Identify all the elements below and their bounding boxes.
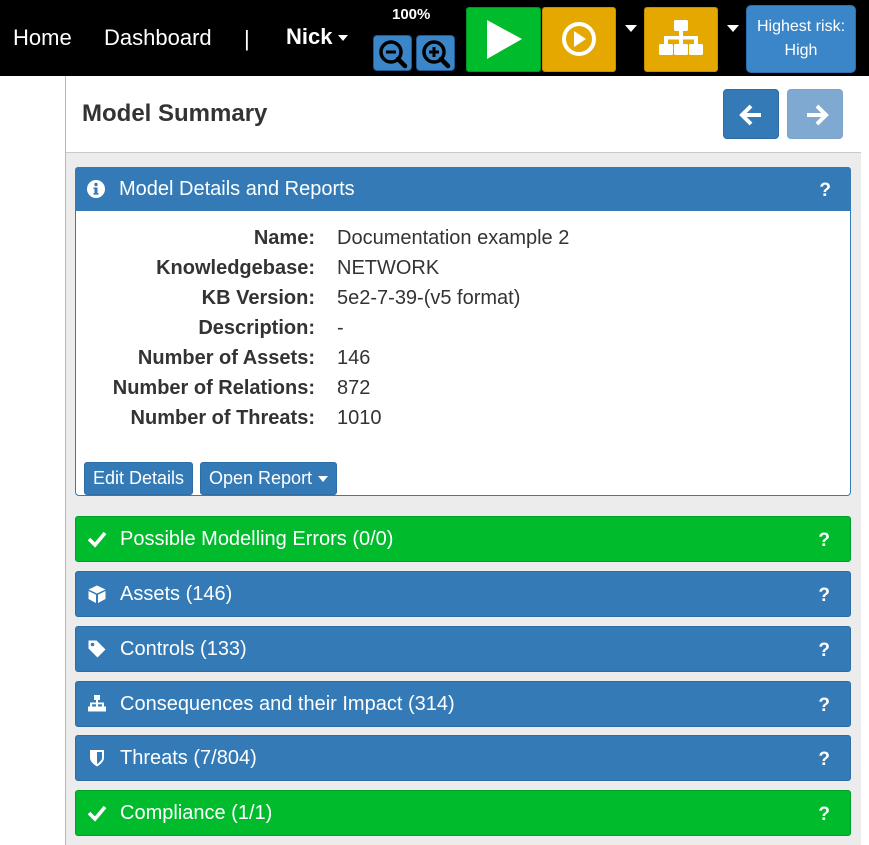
panel-title: Threats (7/804) [120, 747, 257, 769]
detail-row: Name: Documentation example 2 [76, 227, 852, 257]
user-name: Nick [286, 24, 333, 49]
sitemap-icon [88, 695, 106, 712]
detail-label: Knowledgebase: [156, 257, 315, 279]
detail-label: KB Version: [201, 287, 315, 309]
open-report-label: Open Report [209, 468, 313, 488]
play-circle-icon [562, 22, 596, 56]
user-menu[interactable]: Nick [286, 24, 349, 50]
consequences-panel: Consequences and their Impact (314) ? [75, 681, 851, 727]
panel-title: Assets (146) [120, 583, 233, 605]
home-link[interactable]: Home [13, 24, 72, 52]
compliance-panel: Compliance (1/1) ? [75, 790, 851, 836]
help-icon[interactable]: ? [818, 749, 830, 771]
model-details-title: Model Details and Reports [119, 178, 355, 200]
highest-risk-value: High [784, 42, 818, 59]
help-icon[interactable]: ? [818, 585, 830, 607]
panel-title: Possible Modelling Errors (0/0) [120, 528, 394, 550]
threats-header[interactable]: Threats (7/804) ? [75, 735, 851, 781]
shield-icon [90, 750, 104, 767]
model-details-panel: Model Details and Reports ? Name: Docume… [75, 167, 851, 496]
detail-value: 1010 [337, 407, 382, 429]
detail-row: Number of Relations: 872 [76, 377, 852, 407]
highest-risk-button[interactable]: Highest risk: High [746, 5, 856, 73]
zoom-in-button[interactable] [416, 35, 455, 71]
help-icon[interactable]: ? [818, 530, 830, 552]
zoom-out-icon [379, 40, 408, 69]
detail-row: Knowledgebase: NETWORK [76, 257, 852, 287]
help-icon[interactable]: ? [819, 180, 831, 202]
detail-value: - [337, 317, 344, 339]
open-report-button[interactable]: Open Report [200, 462, 338, 495]
model-summary-header: Model Summary [66, 76, 861, 153]
panel-title: Controls (133) [120, 638, 247, 660]
play-icon [487, 20, 522, 59]
detail-row: Number of Assets: 146 [76, 347, 852, 377]
detail-value: Documentation example 2 [337, 227, 570, 249]
top-navbar: Home Dashboard | Nick 100% Highest risk:… [0, 0, 869, 76]
info-circle-icon [87, 180, 105, 198]
nav-separator: | [244, 26, 250, 51]
detail-label: Number of Assets: [137, 347, 315, 369]
detail-value: 872 [337, 377, 371, 399]
chevron-down-icon [318, 476, 329, 483]
cube-icon [88, 585, 106, 603]
edit-details-button[interactable]: Edit Details [84, 462, 194, 495]
modelling-errors-header[interactable]: Possible Modelling Errors (0/0) ? [75, 516, 851, 562]
panel-title: Consequences and their Impact (314) [120, 693, 455, 715]
detail-label: Number of Threats: [130, 407, 315, 429]
detail-label: Description: [198, 317, 315, 339]
sitemap-icon [659, 20, 703, 55]
detail-value: 146 [337, 347, 371, 369]
validate-button[interactable] [466, 7, 541, 72]
highest-risk-label: Highest risk: [756, 18, 846, 35]
detail-value: NETWORK [337, 257, 440, 279]
calculate-risks-button[interactable] [542, 7, 616, 72]
detail-row: Number of Threats: 1010 [76, 407, 852, 437]
zoom-out-button[interactable] [373, 35, 412, 71]
back-button[interactable] [723, 89, 779, 139]
detail-row: KB Version: 5e2-7-39-(v5 format) [76, 287, 852, 317]
help-icon[interactable]: ? [818, 695, 830, 717]
calculate-dropdown-caret-icon[interactable] [625, 25, 637, 32]
model-details-body: Name: Documentation example 2 Knowledgeb… [76, 211, 850, 495]
layout-dropdown-caret-icon[interactable] [727, 25, 739, 32]
help-icon[interactable]: ? [818, 804, 830, 826]
check-icon [87, 531, 107, 548]
assets-header[interactable]: Assets (146) ? [75, 571, 851, 617]
arrow-left-icon [739, 104, 761, 126]
panel-title: Compliance (1/1) [120, 802, 273, 824]
detail-label: Name: [253, 227, 315, 249]
chevron-down-icon [338, 35, 349, 42]
assets-panel: Assets (146) ? [75, 571, 851, 617]
tag-icon [88, 640, 106, 658]
dashboard-link[interactable]: Dashboard [104, 24, 212, 52]
compliance-header[interactable]: Compliance (1/1) ? [75, 790, 851, 836]
consequences-header[interactable]: Consequences and their Impact (314) ? [75, 681, 851, 727]
check-icon [87, 805, 107, 822]
zoom-level: 100% [392, 6, 431, 23]
modelling-errors-panel: Possible Modelling Errors (0/0) ? [75, 516, 851, 562]
layout-button[interactable] [644, 7, 718, 72]
arrow-right-icon [807, 104, 829, 126]
threats-panel: Threats (7/804) ? [75, 735, 851, 781]
zoom-in-icon [422, 40, 451, 69]
model-details-header[interactable]: Model Details and Reports ? [75, 167, 851, 211]
forward-button[interactable] [787, 89, 843, 139]
detail-row: Description: - [76, 317, 852, 347]
page-title: Model Summary [82, 100, 268, 127]
detail-label: Number of Relations: [112, 377, 315, 399]
controls-header[interactable]: Controls (133) ? [75, 626, 851, 672]
detail-value: 5e2-7-39-(v5 format) [337, 287, 521, 309]
controls-panel: Controls (133) ? [75, 626, 851, 672]
help-icon[interactable]: ? [818, 640, 830, 662]
